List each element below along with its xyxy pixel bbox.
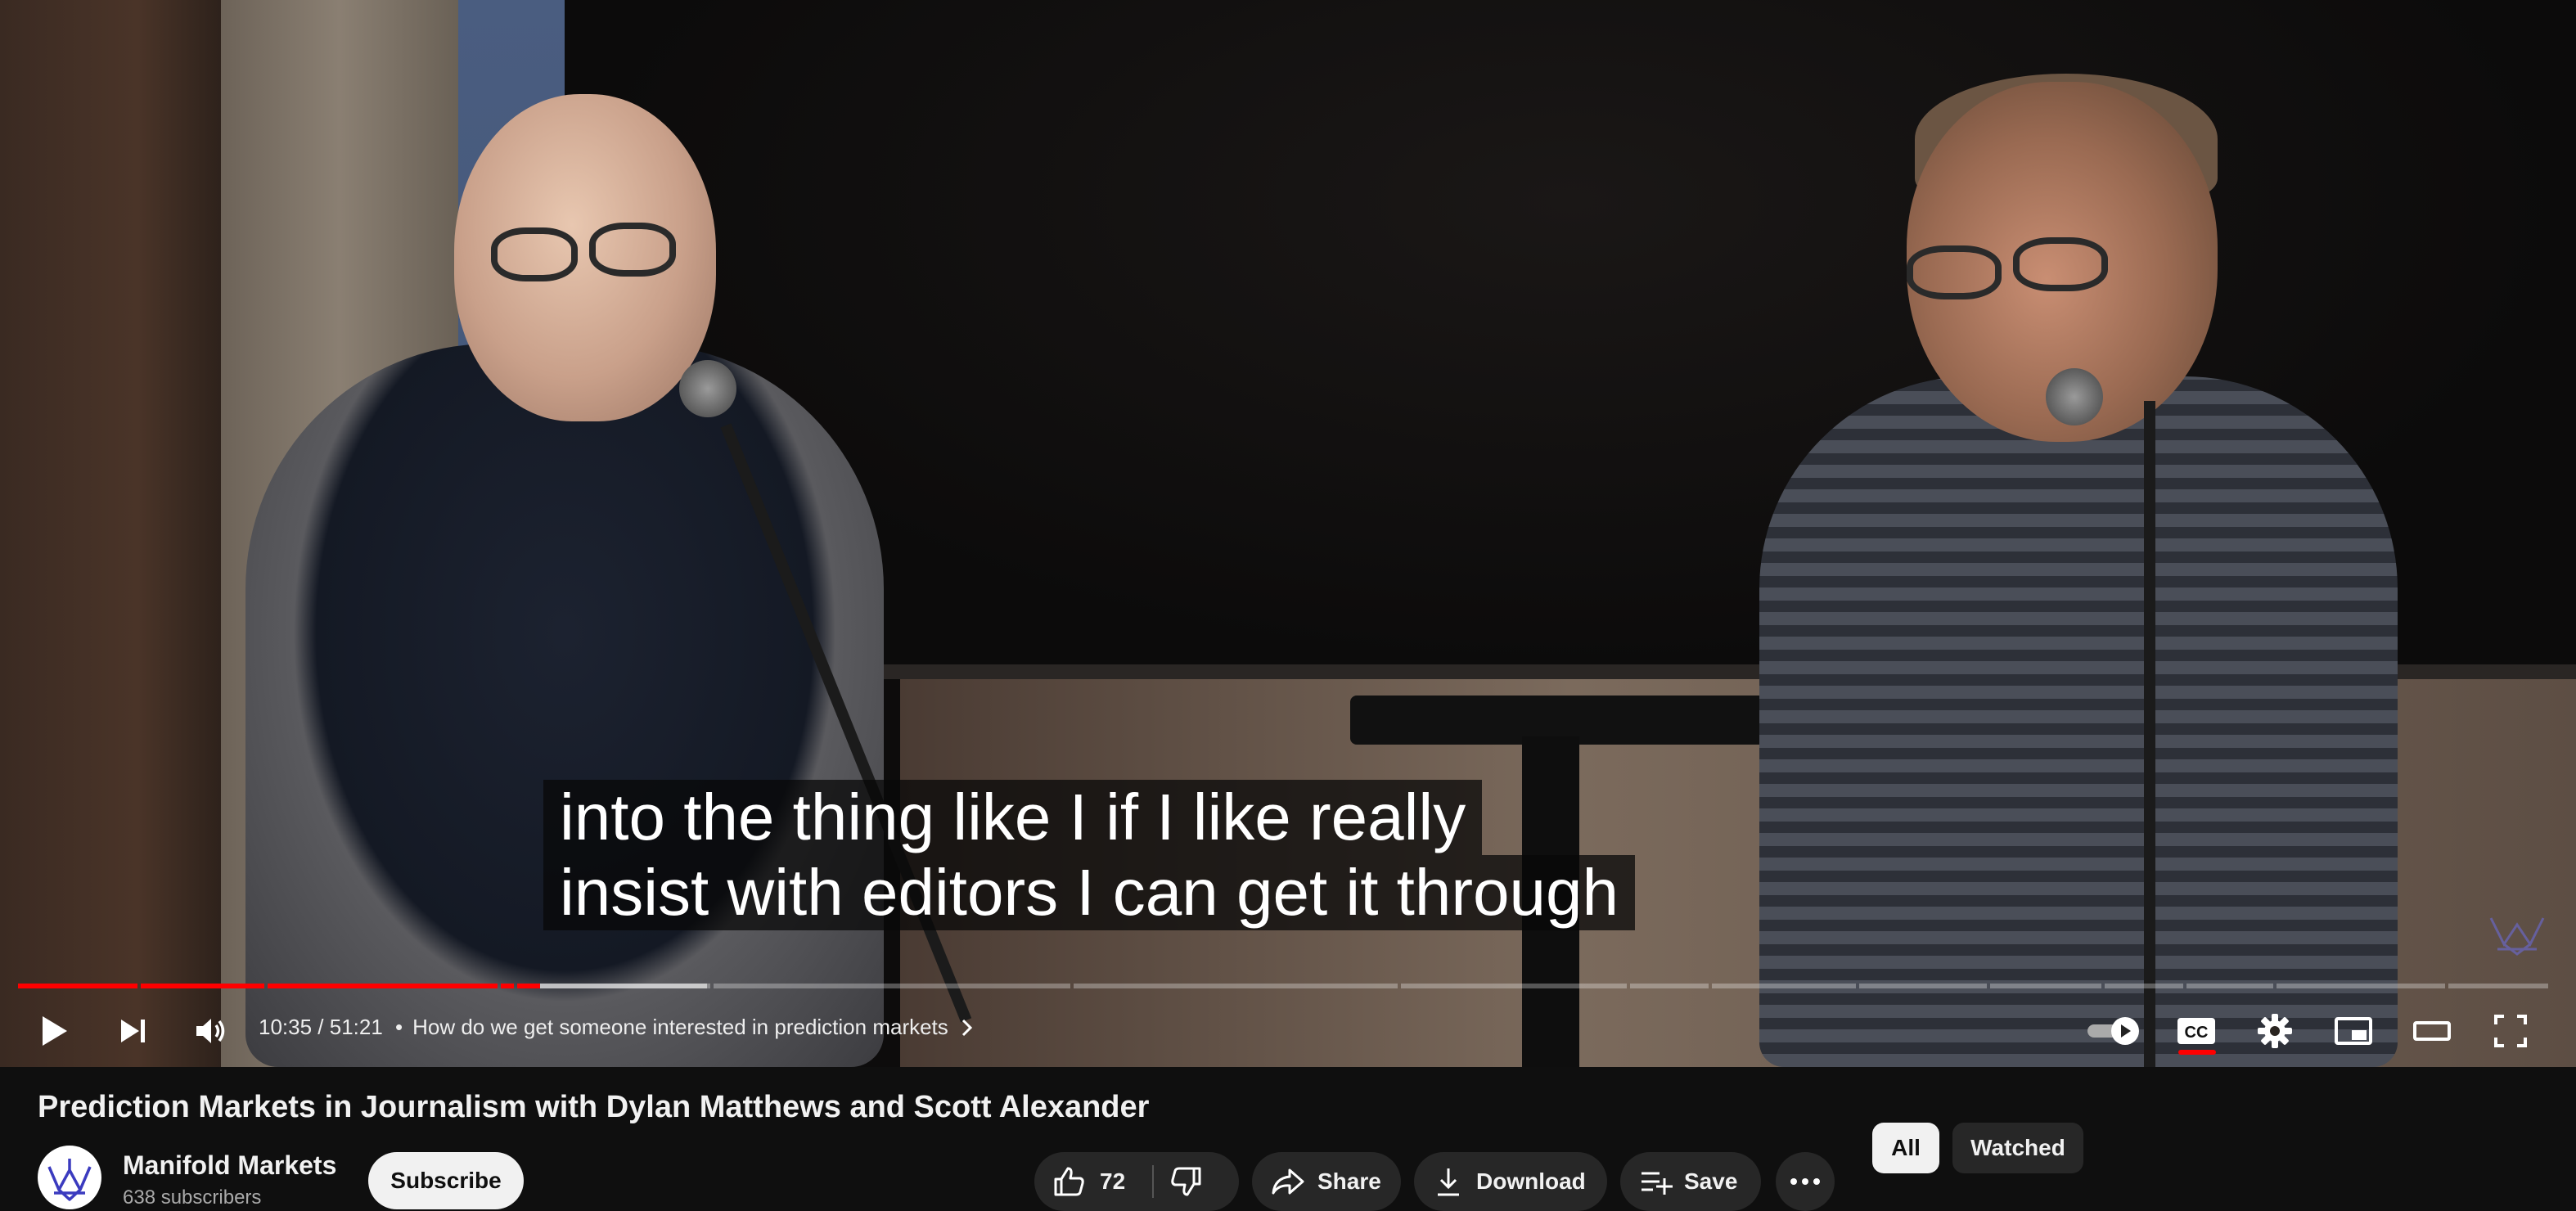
chip-watched[interactable]: Watched [1952,1123,2083,1173]
autoplay-toggle-icon [2087,1017,2139,1045]
chapter-segment[interactable] [2186,984,2273,988]
current-time: 10:35 [259,1015,313,1039]
caption-line-1: into the thing like I if I like really [543,780,1483,855]
chapter-segment[interactable] [2448,984,2548,988]
channel-name[interactable]: Manifold Markets [123,1150,336,1181]
play-icon [43,1016,67,1046]
cc-icon: CC [2177,1018,2215,1044]
download-label: Download [1476,1168,1586,1194]
chapter-segment[interactable] [1712,984,1856,988]
thumbs-up-icon [1054,1167,1084,1196]
like-dislike-group: 72 [1034,1152,1239,1211]
mute-button[interactable] [185,1005,237,1057]
chapter-button[interactable]: • How do we get someone interested in pr… [395,1015,976,1040]
time-separator: / [312,1015,330,1039]
next-button[interactable] [106,1005,159,1057]
theater-icon [2413,1021,2451,1041]
chapter-dot: • [395,1015,403,1039]
chapter-segment[interactable] [1990,984,2101,988]
volume-icon [196,1019,225,1043]
share-icon [1272,1168,1304,1195]
like-button[interactable]: 72 [1051,1152,1157,1211]
download-icon [1438,1168,1459,1196]
settings-button[interactable] [2249,1005,2301,1057]
subscribe-button[interactable]: Subscribe [368,1152,524,1209]
autoplay-toggle[interactable] [2083,1005,2144,1057]
pill-divider [1152,1165,1154,1198]
more-actions-button[interactable] [1776,1152,1835,1211]
dislike-button[interactable] [1169,1152,1226,1211]
next-icon [121,1020,145,1042]
speaker-left [245,344,884,1067]
chevron-right-icon [961,1019,972,1036]
chapter-segment[interactable] [268,984,498,988]
speaker-right [1759,376,2398,1067]
play-button[interactable] [28,1005,80,1057]
chapter-segment[interactable] [501,984,514,988]
player-controls: 10:35 / 51:21 • How do we get someone in… [0,998,2576,1064]
channel-row: Manifold Markets 638 subscribers Subscri… [38,1146,856,1209]
download-button[interactable]: Download [1414,1152,1607,1211]
save-label: Save [1684,1168,1738,1194]
chapter-segment[interactable] [517,984,710,988]
chapter-segment[interactable] [1630,984,1709,988]
chapter-segment[interactable] [714,984,1070,988]
video-player[interactable]: into the thing like I if I like really i… [0,0,2576,1067]
chapter-segment[interactable] [2105,984,2183,988]
chapter-segment[interactable] [18,984,137,988]
gear-icon [2258,1014,2292,1048]
chapter-title: How do we get someone interested in pred… [412,1015,948,1039]
progress-bar[interactable] [18,984,2551,990]
chapter-segment[interactable] [2277,984,2445,988]
svg-text:CC: CC [2185,1024,2209,1042]
miniplayer-button[interactable] [2327,1005,2380,1057]
subscriber-count: 638 subscribers [123,1186,262,1209]
time-display: 10:35 / 51:21 [259,1015,383,1040]
chapter-segment[interactable] [141,984,264,988]
total-time: 51:21 [329,1015,383,1039]
fullscreen-button[interactable] [2484,1005,2537,1057]
channel-watermark-icon[interactable] [2488,908,2547,957]
fullscreen-icon [2494,1015,2527,1047]
channel-avatar[interactable] [38,1146,101,1209]
share-label: Share [1317,1168,1381,1194]
theater-mode-button[interactable] [2406,1005,2458,1057]
share-button[interactable]: Share [1252,1152,1401,1211]
save-button[interactable]: Save [1620,1152,1761,1211]
playlist-add-icon [1642,1172,1673,1195]
chapter-segment[interactable] [1859,984,1987,988]
manifold-logo-icon [47,1159,92,1201]
thumbs-down-icon [1171,1167,1201,1196]
chapter-segment[interactable] [1401,984,1627,988]
captions: into the thing like I if I like really i… [543,780,1635,930]
video-title: Prediction Markets in Journalism with Dy… [38,1090,1150,1124]
caption-line-2: insist with editors I can get it through [543,855,1635,930]
captions-active-indicator [2178,1050,2216,1055]
miniplayer-icon [2335,1017,2372,1045]
like-count: 72 [1100,1168,1126,1194]
chapter-segment[interactable] [1074,984,1398,988]
chip-all[interactable]: All [1872,1123,1939,1173]
more-horizontal-icon [1790,1178,1820,1185]
